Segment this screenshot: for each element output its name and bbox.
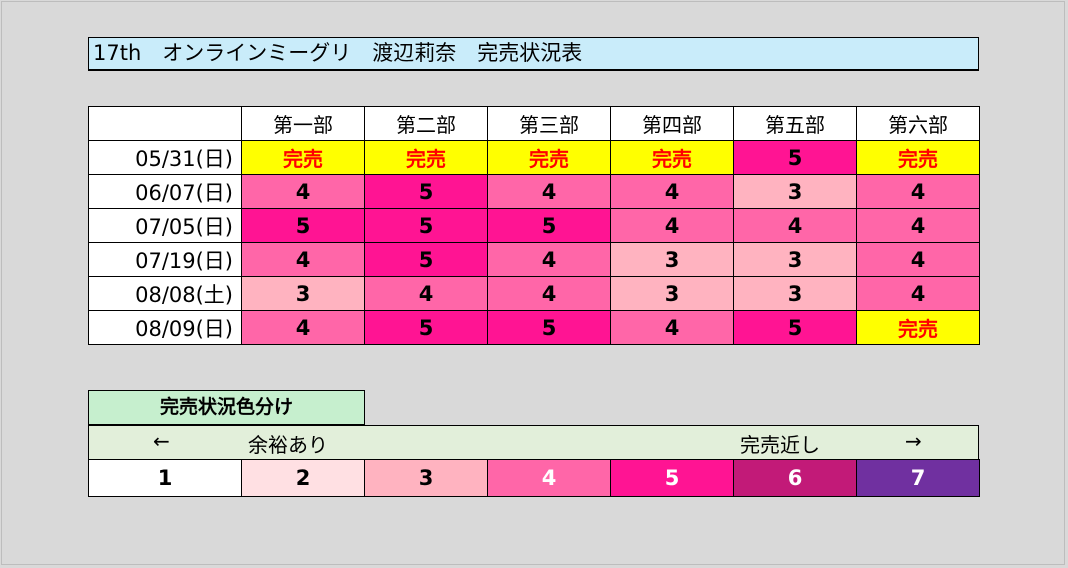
status-cell: 4 <box>733 208 857 243</box>
status-cell: 4 <box>856 276 980 311</box>
status-cell: 5 <box>733 310 857 345</box>
status-cell: 4 <box>610 174 734 209</box>
row-date: 08/09(日) <box>88 310 242 345</box>
status-cell: 4 <box>487 174 611 209</box>
status-cell: 4 <box>856 174 980 209</box>
table-row: 05/31(日) 完売 完売 完売 完売 5 完売 <box>88 140 980 175</box>
status-cell: 完売 <box>241 140 365 175</box>
status-cell: 5 <box>364 174 488 209</box>
status-cell: 4 <box>487 242 611 277</box>
legend-heading: 完売状況色分け <box>88 390 365 425</box>
legend-right-text: 完売近し <box>740 433 820 457</box>
table-row: 08/08(土) 3 4 4 3 3 4 <box>88 276 980 311</box>
status-cell: 3 <box>733 276 857 311</box>
status-cell: 完売 <box>364 140 488 175</box>
column-header: 第五部 <box>733 106 857 141</box>
legend-level-3: 3 <box>364 459 488 497</box>
legend-direction-row: ← 余裕あり 完売近し → <box>88 425 979 460</box>
legend-left-text: 余裕あり <box>248 433 328 457</box>
column-header: 第四部 <box>610 106 734 141</box>
status-cell: 4 <box>364 276 488 311</box>
legend-level-7: 7 <box>856 459 980 497</box>
row-date: 08/08(土) <box>88 276 242 311</box>
status-cell: 完売 <box>610 140 734 175</box>
status-cell: 3 <box>610 242 734 277</box>
status-table: 第一部 第二部 第三部 第四部 第五部 第六部 05/31(日) 完売 完売 完売 完売… <box>88 106 980 345</box>
status-cell: 4 <box>487 276 611 311</box>
left-arrow-icon: ← <box>153 429 170 453</box>
legend-level-6: 6 <box>733 459 857 497</box>
status-cell: 5 <box>364 242 488 277</box>
row-date: 06/07(日) <box>88 174 242 209</box>
status-cell: 3 <box>610 276 734 311</box>
status-cell: 5 <box>733 140 857 175</box>
status-cell: 4 <box>241 174 365 209</box>
status-cell: 4 <box>241 310 365 345</box>
status-cell: 完売 <box>856 140 980 175</box>
right-arrow-icon: → <box>905 429 922 453</box>
status-cell: 4 <box>610 310 734 345</box>
row-date: 07/19(日) <box>88 242 242 277</box>
legend-level-1: 1 <box>88 459 242 497</box>
status-cell: 3 <box>241 276 365 311</box>
legend-level-5: 5 <box>610 459 734 497</box>
legend-scale: 1234567 <box>88 459 980 497</box>
table-row: 07/19(日) 4 5 4 3 3 4 <box>88 242 980 277</box>
status-cell: 4 <box>856 208 980 243</box>
header-row: 第一部 第二部 第三部 第四部 第五部 第六部 <box>88 106 980 141</box>
column-header: 第六部 <box>856 106 980 141</box>
corner-cell <box>88 106 242 141</box>
table-row: 07/05(日) 5 5 5 4 4 4 <box>88 208 980 243</box>
status-cell: 4 <box>610 208 734 243</box>
column-header: 第三部 <box>487 106 611 141</box>
status-cell: 3 <box>733 242 857 277</box>
status-cell: 3 <box>733 174 857 209</box>
status-cell: 5 <box>487 208 611 243</box>
column-header: 第一部 <box>241 106 365 141</box>
table-row: 08/09(日) 4 5 5 4 5 完売 <box>88 310 980 345</box>
status-cell: 完売 <box>487 140 611 175</box>
page-title: 17th オンラインミーグリ 渡辺莉奈 完売状況表 <box>88 37 979 71</box>
column-header: 第二部 <box>364 106 488 141</box>
status-cell: 5 <box>364 208 488 243</box>
row-date: 05/31(日) <box>88 140 242 175</box>
status-cell: 5 <box>364 310 488 345</box>
status-cell: 5 <box>241 208 365 243</box>
row-date: 07/05(日) <box>88 208 242 243</box>
legend-level-2: 2 <box>241 459 365 497</box>
status-cell: 4 <box>241 242 365 277</box>
legend-level-4: 4 <box>487 459 611 497</box>
status-cell: 完売 <box>856 310 980 345</box>
status-cell: 4 <box>856 242 980 277</box>
table-row: 06/07(日) 4 5 4 4 3 4 <box>88 174 980 209</box>
status-cell: 5 <box>487 310 611 345</box>
